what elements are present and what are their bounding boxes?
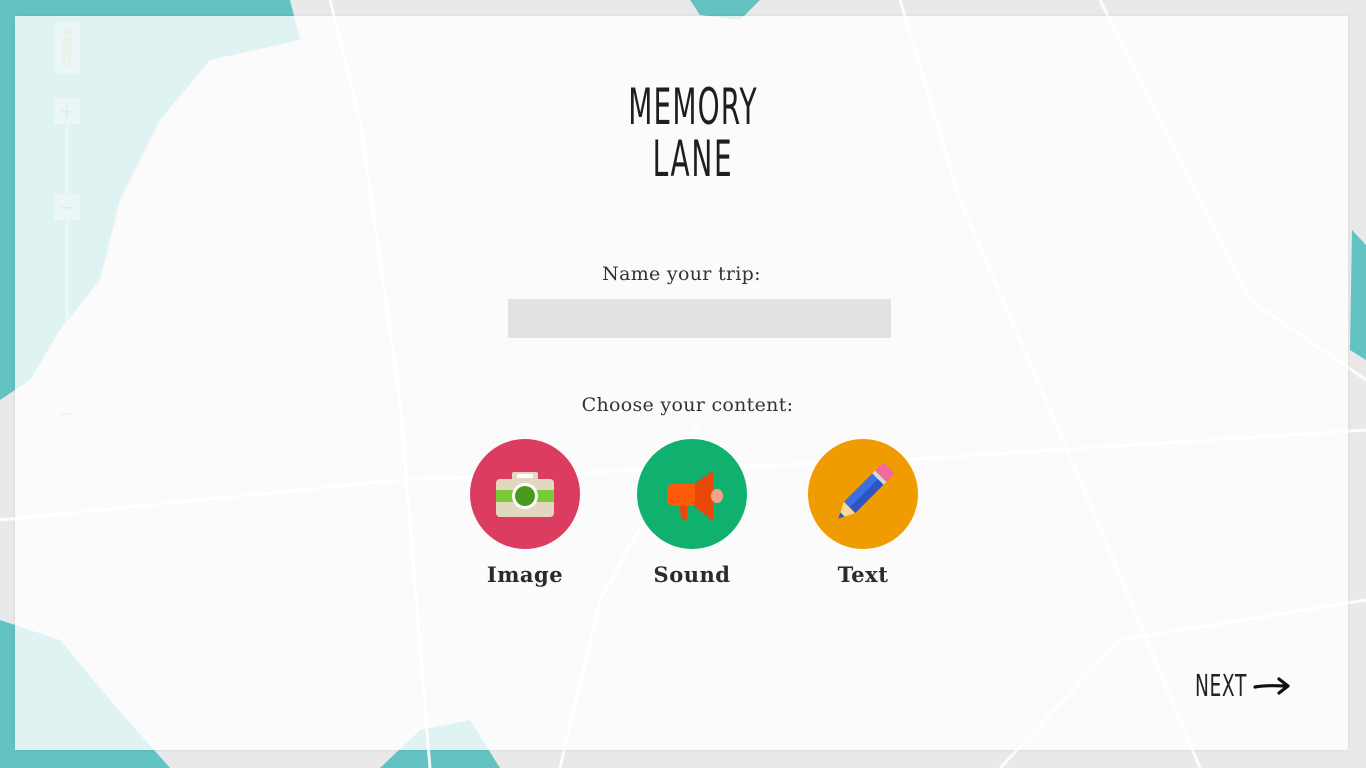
sound-option-label: Sound	[653, 562, 731, 587]
arrow-right-icon	[1253, 677, 1290, 695]
trip-name-input[interactable]	[508, 299, 891, 338]
sound-option-circle[interactable]	[637, 439, 747, 549]
image-option-button[interactable]: Image	[470, 439, 580, 587]
camera-icon	[496, 472, 554, 517]
pencil-icon	[838, 463, 894, 519]
image-option-circle[interactable]	[470, 439, 580, 549]
next-label: NEXT	[1195, 668, 1247, 704]
content-type-label: Choose your content:	[581, 394, 794, 416]
memory-lane-logo: MEMORY LANE	[628, 77, 758, 188]
logo-line-1: MEMORY	[628, 77, 758, 136]
image-option-label: Image	[486, 562, 564, 587]
text-option-button[interactable]: Text	[808, 439, 918, 587]
text-option-circle[interactable]	[808, 439, 918, 549]
trip-setup-panel: MEMORY LANE Name your trip: Choose your …	[15, 16, 1348, 750]
megaphone-icon	[667, 471, 723, 521]
logo-line-2: LANE	[653, 129, 734, 188]
next-button[interactable]: NEXT	[1195, 666, 1305, 706]
trip-name-label: Name your trip:	[602, 263, 761, 285]
sound-option-button[interactable]: Sound	[637, 439, 747, 587]
text-option-label: Text	[837, 562, 889, 587]
